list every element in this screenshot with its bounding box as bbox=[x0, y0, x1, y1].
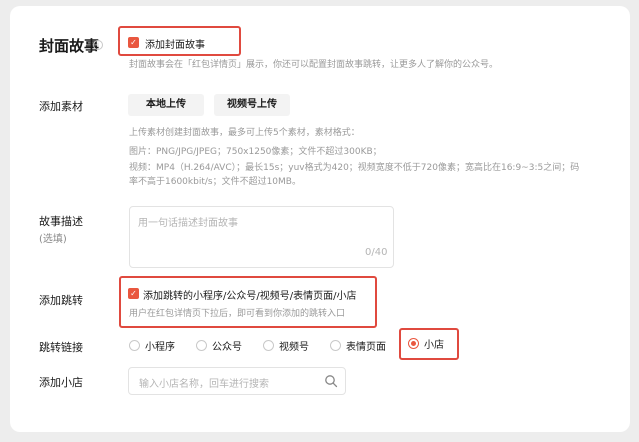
jump-link-label: 跳转链接 bbox=[39, 341, 83, 354]
search-icon[interactable] bbox=[324, 373, 338, 388]
shop-label: 添加小店 bbox=[39, 376, 83, 389]
cover-story-checkbox[interactable]: ✓ bbox=[128, 37, 139, 48]
radio-official-account-label[interactable]: 公众号 bbox=[212, 338, 242, 353]
story-desc-placeholder: 用一句话描述封面故事 bbox=[138, 218, 238, 229]
radio-shop[interactable] bbox=[408, 338, 419, 349]
story-desc-label: 故事描述 bbox=[39, 215, 83, 228]
jump-hint: 用户在红包详情页下拉后，即可看到你添加的跳转入口 bbox=[129, 309, 346, 319]
radio-channels[interactable] bbox=[263, 340, 274, 351]
jump-checkbox[interactable]: ✓ bbox=[128, 288, 139, 299]
radio-channels-label[interactable]: 视频号 bbox=[279, 338, 309, 353]
material-label: 添加素材 bbox=[39, 100, 83, 113]
info-icon[interactable]: i bbox=[93, 40, 103, 50]
jump-label: 添加跳转 bbox=[39, 294, 83, 307]
material-hint-image: 图片：PNG/JPG/JPEG；750x1250像素；文件不超过300KB； bbox=[129, 147, 382, 157]
story-desc-optional: (选填) bbox=[39, 234, 67, 245]
cover-story-description: 封面故事会在「红包详情页」展示，你还可以配置封面故事跳转，让更多人了解你的公众号… bbox=[129, 60, 499, 70]
material-hint: 上传素材创建封面故事，最多可上传5个素材，素材格式： bbox=[129, 128, 360, 138]
radio-mini-program-label[interactable]: 小程序 bbox=[145, 338, 175, 353]
radio-mini-program[interactable] bbox=[129, 340, 140, 351]
jump-checkbox-label[interactable]: 添加跳转的小程序/公众号/视频号/表情页面/小店 bbox=[143, 287, 356, 302]
radio-sticker-page[interactable] bbox=[330, 340, 341, 351]
cover-story-checkbox-label[interactable]: 添加封面故事 bbox=[145, 36, 205, 51]
story-desc-counter: 0/40 bbox=[365, 247, 388, 258]
radio-official-account[interactable] bbox=[196, 340, 207, 351]
cover-story-title: 封面故事 bbox=[39, 37, 100, 55]
upload-channels-button[interactable]: 视频号上传 bbox=[214, 94, 290, 116]
material-hint-video-cont: 率不高于1600kbit/s；文件不超过10MB。 bbox=[129, 177, 301, 187]
shop-search-placeholder: 输入小店名称，回车进行搜索 bbox=[139, 379, 269, 390]
radio-sticker-page-label[interactable]: 表情页面 bbox=[346, 338, 386, 353]
settings-card: 封面故事 i ✓ 添加封面故事 封面故事会在「红包详情页」展示，你还可以配置封面… bbox=[10, 6, 630, 432]
upload-local-button[interactable]: 本地上传 bbox=[128, 94, 204, 116]
radio-shop-label[interactable]: 小店 bbox=[424, 336, 444, 351]
